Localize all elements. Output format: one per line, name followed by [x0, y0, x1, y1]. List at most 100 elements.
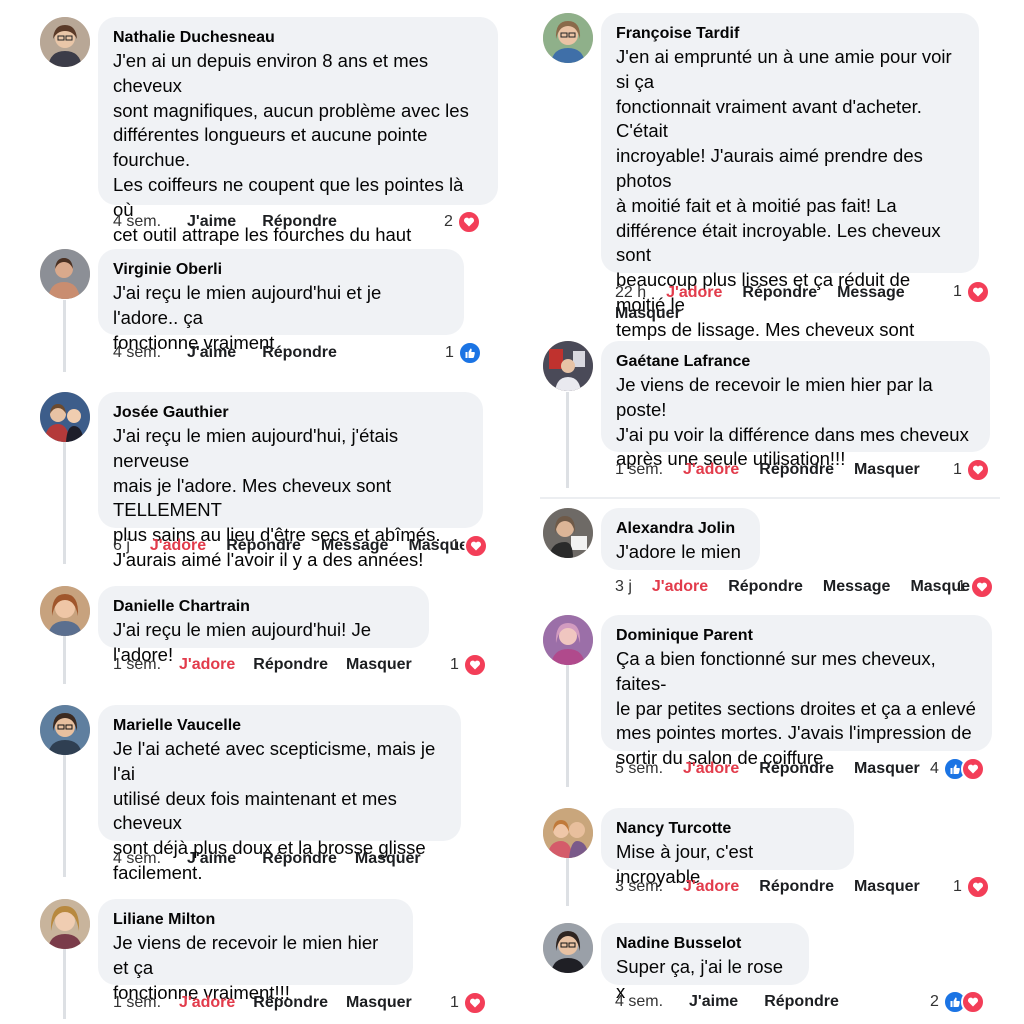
avatar[interactable] [543, 508, 593, 558]
love-button[interactable]: J'adore [666, 284, 722, 301]
avatar[interactable] [543, 615, 593, 665]
avatar[interactable] [40, 899, 90, 949]
author-name[interactable]: Nathalie Duchesneau [113, 27, 482, 49]
hide-button[interactable]: Masquer [854, 878, 920, 895]
hide-button[interactable]: Masquer [355, 850, 421, 867]
love-button[interactable]: J'adore [683, 878, 739, 895]
avatar[interactable] [40, 705, 90, 755]
love-button[interactable]: J'adore [179, 656, 235, 673]
reply-button[interactable]: Répondre [253, 994, 328, 1011]
love-button[interactable]: J'adore [150, 537, 206, 554]
message-button[interactable]: Message [823, 578, 891, 595]
timestamp[interactable]: 6 j [113, 537, 130, 554]
heart-reaction-icon [966, 280, 991, 304]
reply-button[interactable]: Répondre [764, 993, 839, 1010]
hide-button[interactable]: Masquer [854, 760, 920, 777]
reply-button[interactable]: Répondre [253, 656, 328, 673]
timestamp[interactable]: 3 j [615, 578, 632, 595]
avatar[interactable] [543, 13, 593, 63]
hide-button[interactable]: Masquer [854, 461, 920, 478]
reaction-count: 1 [953, 878, 962, 896]
reaction-summary[interactable]: 1 [450, 653, 488, 677]
author-name[interactable]: Gaétane Lafrance [616, 351, 974, 373]
avatar[interactable] [543, 923, 593, 973]
avatar[interactable] [40, 17, 90, 67]
timestamp[interactable]: 4 sem. [113, 213, 161, 230]
message-button[interactable]: Message [837, 284, 905, 301]
thread-line [63, 442, 66, 564]
comment-bubble: Josée Gauthier J'ai reçu le mien aujourd… [98, 392, 483, 570]
author-name[interactable]: Liliane Milton [113, 909, 397, 931]
reaction-summary[interactable]: 1 [953, 458, 991, 482]
timestamp[interactable]: 5 sem. [615, 760, 663, 777]
reaction-summary[interactable]: 1 [450, 991, 488, 1015]
timestamp[interactable]: 1 sem. [113, 656, 161, 673]
comment-bubble: Gaétane Lafrance Je viens de recevoir le… [601, 341, 990, 469]
like-button[interactable]: J'aime [689, 993, 738, 1010]
reaction-summary[interactable]: 4 [930, 757, 986, 781]
like-button[interactable]: J'aime [187, 850, 236, 867]
love-button[interactable]: J'adore [652, 578, 708, 595]
author-name[interactable]: Françoise Tardif [616, 23, 963, 45]
avatar[interactable] [40, 392, 90, 442]
author-name[interactable]: Alexandra Jolin [616, 518, 744, 540]
avatar-photo-icon [543, 341, 593, 391]
author-name[interactable]: Nancy Turcotte [616, 818, 838, 840]
reaction-count: 1 [445, 344, 454, 362]
timestamp[interactable]: 22 h [615, 284, 646, 301]
timestamp[interactable]: 1 sem. [615, 461, 663, 478]
reaction-summary[interactable]: 1 [445, 341, 483, 365]
reaction-count: 1 [450, 656, 459, 674]
reply-button[interactable]: Répondre [226, 537, 301, 554]
author-name[interactable]: Dominique Parent [616, 625, 976, 647]
reaction-summary[interactable]: 1 [451, 534, 489, 558]
heart-reaction-icon [463, 991, 488, 1015]
author-name[interactable]: Virginie Oberli [113, 259, 448, 281]
comment-actions: 1 sem. J'adore Répondre Masquer [113, 655, 412, 675]
reaction-summary[interactable]: 2 [930, 990, 986, 1014]
like-button[interactable]: J'aime [187, 344, 236, 361]
reaction-summary[interactable]: 2 [444, 210, 482, 234]
comments-column-right: Françoise Tardif J'en ai emprunté un à u… [515, 0, 1024, 1024]
reply-button[interactable]: Répondre [759, 461, 834, 478]
avatar[interactable] [543, 808, 593, 858]
reply-button[interactable]: Répondre [262, 850, 337, 867]
avatar-photo-icon [40, 705, 90, 755]
love-button[interactable]: J'adore [683, 461, 739, 478]
avatar-photo-icon [543, 615, 593, 665]
reply-button[interactable]: Répondre [728, 578, 803, 595]
avatar[interactable] [40, 249, 90, 299]
avatar[interactable] [40, 586, 90, 636]
reply-button[interactable]: Répondre [759, 760, 834, 777]
timestamp[interactable]: 4 sem. [615, 993, 663, 1010]
reaction-summary[interactable]: 1 [953, 875, 991, 899]
reply-button[interactable]: Répondre [759, 878, 834, 895]
author-name[interactable]: Danielle Chartrain [113, 596, 413, 618]
hide-button[interactable]: Masquer [615, 305, 681, 322]
author-name[interactable]: Marielle Vaucelle [113, 715, 445, 737]
reply-button[interactable]: Répondre [262, 344, 337, 361]
timestamp[interactable]: 1 sem. [113, 994, 161, 1011]
avatar-photo-icon [543, 808, 593, 858]
author-name[interactable]: Nadine Busselot [616, 933, 793, 955]
reply-button[interactable]: Répondre [742, 284, 817, 301]
comment-bubble: Nathalie Duchesneau J'en ai un depuis en… [98, 17, 498, 294]
message-button[interactable]: Message [321, 537, 389, 554]
timestamp[interactable]: 4 sem. [113, 344, 161, 361]
heart-reaction-icon [463, 653, 488, 677]
love-button[interactable]: J'adore [179, 994, 235, 1011]
hide-button[interactable]: Masquer [346, 994, 412, 1011]
reply-button[interactable]: Répondre [262, 213, 337, 230]
hide-button[interactable]: Masquer [346, 656, 412, 673]
comment-text: Je viens de recevoir le mien hier par la… [616, 374, 969, 470]
timestamp[interactable]: 3 sem. [615, 878, 663, 895]
reaction-count: 1 [957, 578, 966, 596]
reaction-summary[interactable]: 1 [953, 280, 991, 304]
love-button[interactable]: J'adore [683, 760, 739, 777]
reaction-summary[interactable]: 1 [957, 575, 995, 599]
comment-bubble: Virginie Oberli J'ai reçu le mien aujour… [98, 249, 464, 353]
like-button[interactable]: J'aime [187, 213, 236, 230]
avatar[interactable] [543, 341, 593, 391]
timestamp[interactable]: 4 sem. [113, 850, 161, 867]
author-name[interactable]: Josée Gauthier [113, 402, 467, 424]
